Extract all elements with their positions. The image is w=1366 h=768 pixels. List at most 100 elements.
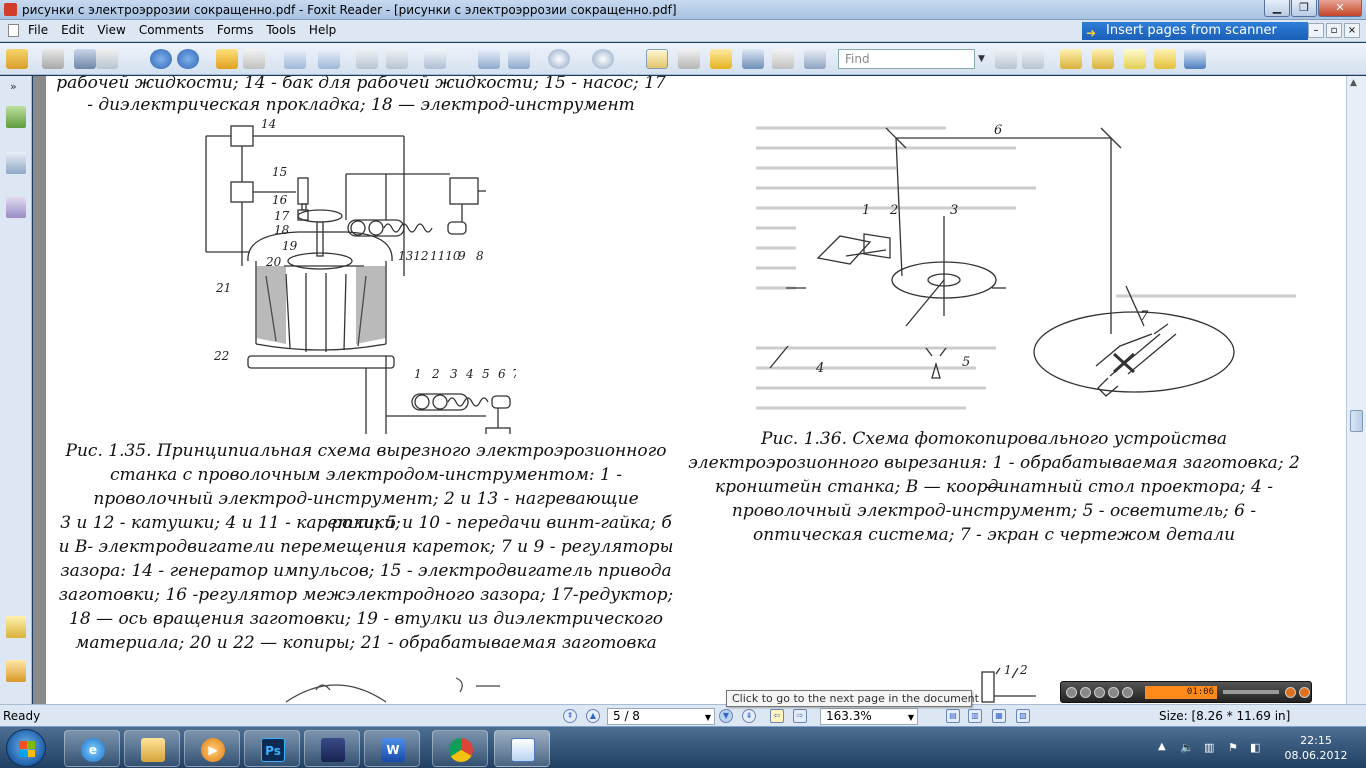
fit-width-icon[interactable] [508, 49, 530, 69]
find-previous-icon[interactable] [995, 49, 1017, 69]
taskbar-foxit-reader[interactable] [494, 730, 550, 767]
find-input[interactable]: Find [838, 49, 975, 69]
taskbar-save-disk[interactable] [304, 730, 360, 767]
textbox-icon[interactable] [1124, 49, 1146, 69]
go-back-icon[interactable]: ⇦ [770, 709, 784, 723]
continuous-icon[interactable]: ▥ [968, 709, 982, 723]
back-icon[interactable] [216, 49, 238, 69]
status-prev-page-icon[interactable]: ▲ [586, 709, 600, 723]
volume-slider[interactable] [1223, 690, 1279, 694]
layers-icon[interactable] [6, 196, 26, 218]
menu-comments[interactable]: Comments [139, 23, 204, 37]
save-icon[interactable] [42, 49, 64, 69]
doc-restore-button[interactable]: ▫ [1326, 23, 1342, 38]
email-icon[interactable] [96, 49, 118, 69]
play-icon[interactable] [1066, 687, 1077, 698]
redo-icon[interactable] [386, 49, 408, 69]
insert-pages-promo[interactable]: ➜ Insert pages from scanner [1082, 22, 1308, 40]
zoom-dropdown-icon[interactable]: ▼ [908, 713, 914, 722]
zoom-field[interactable]: 163.3% ▼ [820, 708, 918, 725]
go-forward-icon[interactable]: ⇨ [793, 709, 807, 723]
next-track-icon[interactable] [1122, 687, 1133, 698]
zoom-in-icon[interactable] [592, 49, 614, 69]
arrow-tool-icon[interactable] [1184, 49, 1206, 69]
print-icon[interactable] [74, 49, 96, 69]
network-icon[interactable]: ▥ [1204, 741, 1218, 755]
stop-icon[interactable] [1094, 687, 1105, 698]
binoculars-icon[interactable] [742, 49, 764, 69]
next-page-icon[interactable] [177, 49, 199, 69]
scrollbar-thumb[interactable] [1350, 410, 1363, 432]
language-icon[interactable]: ◧ [1250, 741, 1264, 755]
document-icon[interactable] [8, 24, 19, 37]
facing-icon[interactable]: ▦ [992, 709, 1006, 723]
doc-minimize-button[interactable]: – [1308, 23, 1324, 38]
single-page-icon[interactable]: ▤ [946, 709, 960, 723]
pages-icon[interactable] [6, 152, 26, 174]
player-close-icon[interactable] [1299, 687, 1310, 698]
doc-close-button[interactable]: × [1344, 23, 1360, 38]
action-center-icon[interactable]: ⚑ [1228, 741, 1242, 755]
snapshot-icon[interactable] [804, 49, 826, 69]
restore-button[interactable]: ❐ [1291, 0, 1317, 17]
find-dropdown-icon[interactable]: ▼ [978, 54, 985, 64]
status-next-page-icon[interactable]: ▼ [719, 709, 733, 723]
menu-help[interactable]: Help [309, 23, 336, 37]
taskbar-photoshop[interactable]: Ps [244, 730, 300, 767]
extract-pages-icon[interactable] [284, 49, 306, 69]
bottom-label-1: 1 [1004, 664, 1012, 677]
insert-pages-icon[interactable] [318, 49, 340, 69]
taskbar-word[interactable]: W [364, 730, 420, 767]
scanner-arrow-icon: ➜ [1086, 26, 1097, 40]
fig136-label-1: 1 [862, 203, 870, 218]
note-icon[interactable] [1060, 49, 1082, 69]
attachments-icon[interactable] [6, 660, 26, 682]
show-hidden-icons-icon[interactable]: ▲ [1158, 741, 1166, 752]
clock[interactable]: 22:15 08.06.2012 [1276, 733, 1356, 763]
continuous-facing-icon[interactable]: ▧ [1016, 709, 1030, 723]
foxit-app-icon[interactable] [4, 3, 17, 16]
scroll-up-icon[interactable]: ▲ [1350, 78, 1357, 88]
expand-sidebar-icon[interactable]: » [10, 80, 17, 93]
menu-view[interactable]: View [97, 23, 125, 37]
start-button[interactable] [6, 729, 46, 767]
undo-icon[interactable] [356, 49, 378, 69]
first-page-icon[interactable]: ⇞ [563, 709, 577, 723]
vertical-scrollbar[interactable]: ▲ [1346, 76, 1366, 704]
menu-bar: File Edit View Comments Forms Tools Help… [0, 20, 1366, 42]
hand-tool-icon[interactable] [646, 49, 668, 69]
pointer-icon[interactable] [710, 49, 732, 69]
volume-icon[interactable]: 🔈 [1180, 741, 1194, 755]
taskbar-chrome[interactable] [432, 730, 488, 767]
forward-icon[interactable] [243, 49, 265, 69]
bookmarks-icon[interactable] [6, 106, 26, 128]
pencil-icon[interactable] [1092, 49, 1114, 69]
prev-track-icon[interactable] [1108, 687, 1119, 698]
previous-page-icon[interactable] [150, 49, 172, 69]
fit-page-icon[interactable] [478, 49, 500, 69]
fig135-label-6: 6 [498, 367, 506, 381]
last-page-icon[interactable]: ⇟ [742, 709, 756, 723]
select-text-icon[interactable] [678, 49, 700, 69]
page-dropdown-icon[interactable]: ▼ [705, 713, 711, 722]
zoom-out-icon[interactable] [548, 49, 570, 69]
menu-forms[interactable]: Forms [217, 23, 253, 37]
open-icon[interactable] [6, 49, 28, 69]
zoom-icon[interactable] [424, 49, 446, 69]
document-view[interactable]: рабочей жидкости; 14 - бак для рабочей ж… [33, 76, 1346, 704]
taskbar-media-player[interactable]: ▶ [184, 730, 240, 767]
typewriter-icon[interactable] [772, 49, 794, 69]
menu-tools[interactable]: Tools [266, 23, 296, 37]
minimize-button[interactable]: ▁ [1264, 0, 1290, 17]
page-number-field[interactable]: 5 / 8 ▼ [607, 708, 715, 725]
menu-file[interactable]: File [28, 23, 48, 37]
callout-icon[interactable] [1154, 49, 1176, 69]
player-menu-icon[interactable] [1285, 687, 1296, 698]
menu-edit[interactable]: Edit [61, 23, 84, 37]
close-button[interactable]: ✕ [1318, 0, 1362, 17]
taskbar-file-explorer[interactable] [124, 730, 180, 767]
pause-icon[interactable] [1080, 687, 1091, 698]
find-next-icon[interactable] [1022, 49, 1044, 69]
comments-icon[interactable] [6, 616, 26, 638]
taskbar-internet-explorer[interactable]: e [64, 730, 120, 767]
